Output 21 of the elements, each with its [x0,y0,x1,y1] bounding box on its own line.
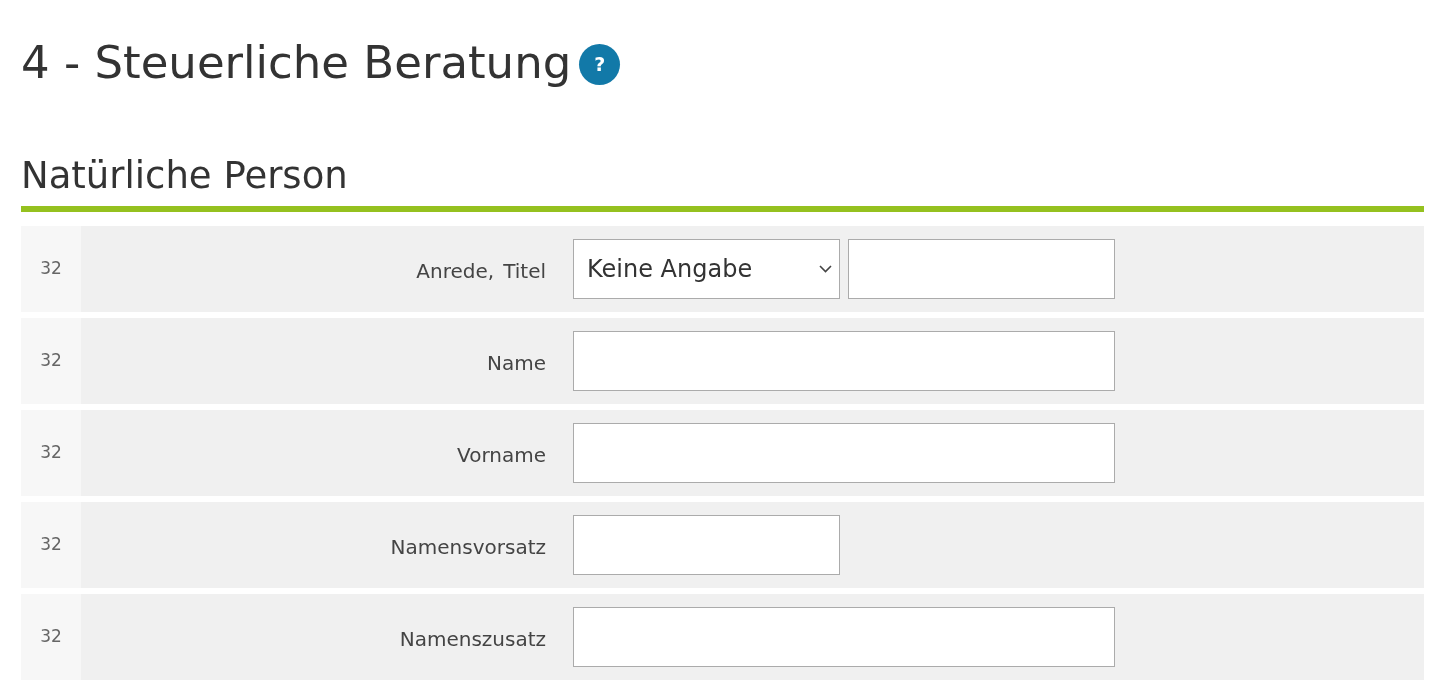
help-button[interactable]: ? [579,43,621,85]
page-title: 4 - Steuerliche Beratung [21,36,572,90]
line-number: 32 [21,226,81,312]
chevron-down-icon [819,265,832,273]
line-number: 32 [21,410,81,496]
field-label: Anrede, [416,259,495,283]
input-field[interactable] [573,515,840,575]
line-number: 32 [21,502,81,588]
field-label: Titel [503,259,546,283]
select-field[interactable]: Keine Angabe [573,239,840,299]
input-field[interactable] [573,331,1115,391]
input-field[interactable] [573,607,1115,667]
section-heading: Natürliche Person [21,154,349,198]
input-field[interactable] [848,239,1115,299]
field-label: Vorname [457,443,546,467]
line-number: 32 [21,318,81,404]
field-label: Namenszusatz [399,627,546,651]
field-label: Name [487,351,546,375]
line-number: 32 [21,594,81,680]
field-label: Namensvorsatz [390,535,546,559]
input-field[interactable] [573,423,1115,483]
